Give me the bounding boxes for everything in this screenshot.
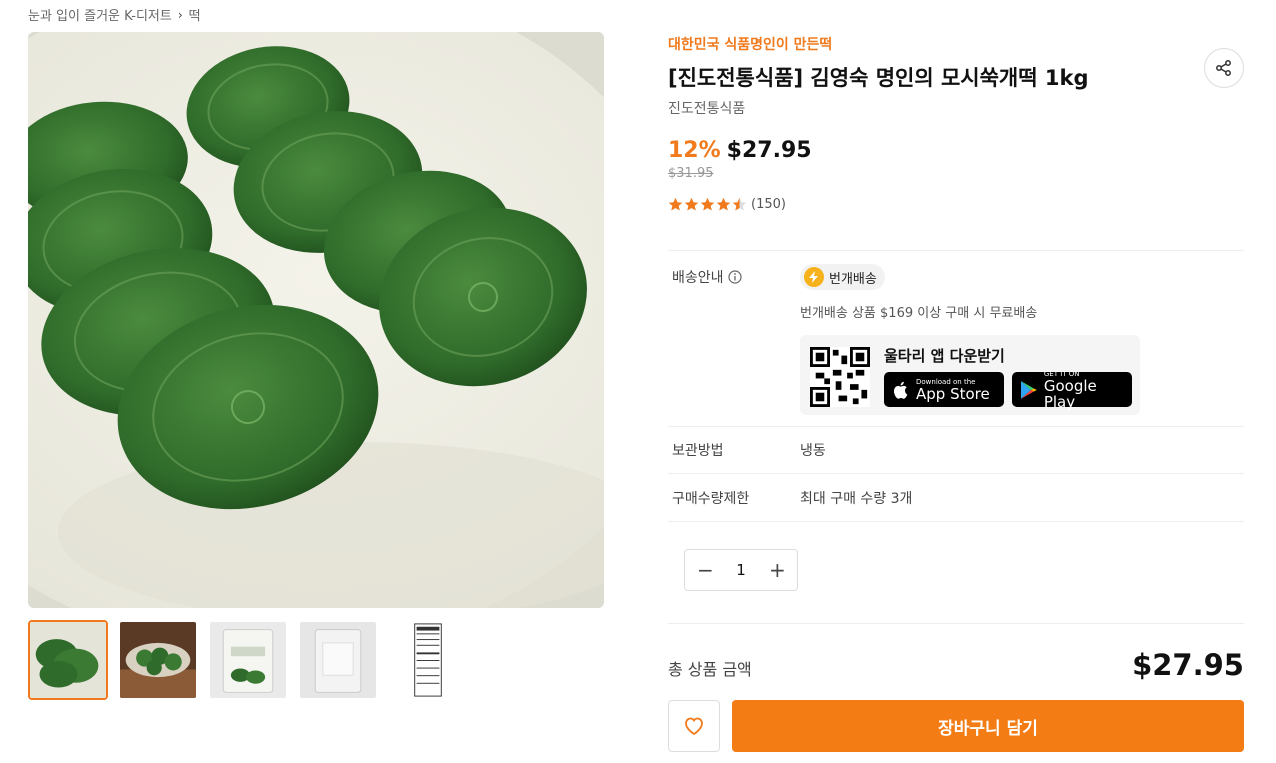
thumbnail-1[interactable]: [28, 620, 108, 700]
heart-icon: [685, 717, 703, 736]
app-download-title: 울타리 앱 다운받기: [884, 347, 1005, 365]
star-icon: [700, 197, 715, 211]
review-count: (150): [751, 197, 786, 212]
star-rating: [668, 197, 747, 212]
app-download-box: 울타리 앱 다운받기 Download on the App Store GET…: [800, 335, 1140, 415]
rating[interactable]: (150): [668, 197, 786, 212]
total-price: $27.95: [1132, 648, 1244, 682]
info-table: 배송안내 번개배송 번개배송 상품 $169 이상 구매 시 무료배송 울타리 …: [668, 250, 1244, 522]
shipping-description: 번개배송 상품 $169 이상 구매 시 무료배송: [800, 306, 1038, 321]
google-play-button[interactable]: GET IT ON Google Play: [1012, 370, 1132, 411]
share-button[interactable]: [1204, 48, 1244, 88]
price-row: 12% $27.95: [668, 138, 812, 163]
breadcrumb-item-category[interactable]: 눈과 입이 즐거운 K-디저트: [28, 5, 172, 24]
shipping-label: 배송안내: [672, 270, 724, 286]
thumbnail-4[interactable]: [298, 620, 378, 700]
breadcrumb: 눈과 입이 즐거운 K-디저트 › 떡: [28, 5, 201, 25]
quantity-stepper: − 1 +: [684, 549, 798, 591]
total-price-label: 총 상품 금액: [668, 660, 752, 679]
flash-delivery-badge: 번개배송: [800, 264, 885, 290]
purchase-limit-label: 구매수량제한: [672, 490, 750, 507]
brand-name[interactable]: 진도전통식품: [668, 98, 745, 118]
half-star-icon: [732, 197, 747, 211]
lightning-icon: [804, 267, 824, 287]
thumbnail-list: [28, 620, 468, 700]
storage-value: 냉동: [800, 443, 826, 459]
star-icon: [668, 197, 683, 211]
storage-label: 보관방법: [672, 443, 724, 459]
original-price: $31.95: [668, 166, 714, 181]
shipping-row: 배송안내 번개배송 번개배송 상품 $169 이상 구매 시 무료배송 울타리 …: [668, 251, 1244, 427]
breadcrumb-item-subcategory[interactable]: 떡: [189, 5, 201, 24]
sale-price: $27.95: [726, 138, 812, 163]
info-icon[interactable]: [727, 270, 742, 284]
app-store-button[interactable]: Download on the App Store: [884, 372, 1004, 407]
quantity-value[interactable]: 1: [736, 561, 746, 579]
star-icon: [684, 197, 699, 211]
promo-label: 대한민국 식품명인이 만든떡: [668, 37, 833, 53]
shipping-value: 번개배송 번개배송 상품 $169 이상 구매 시 무료배송 울타리 앱 다운받…: [800, 264, 1244, 426]
qr-code-icon: [810, 347, 870, 407]
google-play-big-text: Google Play: [1043, 376, 1097, 411]
add-to-cart-button[interactable]: 장바구니 담기: [732, 700, 1244, 752]
purchase-limit-row: 구매수량제한 최대 구매 수량 3개: [668, 474, 1244, 522]
quantity-increase-button[interactable]: +: [769, 560, 786, 580]
discount-rate: 12%: [668, 138, 721, 163]
product-title: [진도전통식품] 김영숙 명인의 모시쑥개떡 1kg: [668, 66, 1089, 90]
shipping-label-wrap: 배송안내: [668, 264, 800, 426]
divider: [668, 623, 1244, 624]
share-icon: [1216, 60, 1231, 76]
purchase-limit-value: 최대 구매 수량 3개: [800, 490, 913, 507]
flash-delivery-text: 번개배송: [829, 271, 877, 287]
wishlist-button[interactable]: [668, 700, 720, 752]
apple-icon: [893, 381, 908, 399]
thumbnail-3[interactable]: [208, 620, 288, 700]
product-main-image[interactable]: [28, 32, 604, 608]
app-store-big-text: App Store: [916, 384, 990, 403]
quantity-decrease-button[interactable]: −: [697, 560, 714, 580]
thumbnail-2[interactable]: [118, 620, 198, 700]
chevron-right-icon: ›: [177, 7, 183, 22]
star-icon: [716, 197, 731, 211]
thumbnail-5[interactable]: [388, 620, 468, 700]
google-play-icon: [1020, 380, 1037, 399]
storage-row: 보관방법 냉동: [668, 427, 1244, 474]
